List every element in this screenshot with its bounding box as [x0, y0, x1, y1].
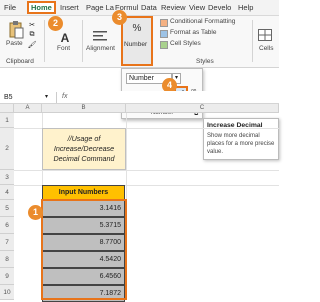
tab-home[interactable]: Home: [27, 1, 56, 14]
tab-file[interactable]: File: [4, 3, 16, 12]
tab-data[interactable]: Data: [141, 3, 157, 12]
column-header-c[interactable]: C: [126, 104, 279, 113]
conditional-formatting-icon: [160, 19, 168, 27]
tab-help[interactable]: Help: [238, 3, 253, 12]
tab-page-layout[interactable]: Page La: [86, 3, 114, 12]
comment-cell[interactable]: //Usage of Increase/Decrease Decimal Com…: [42, 128, 126, 170]
cells-icon[interactable]: [258, 29, 272, 41]
alignment-icon[interactable]: [93, 30, 107, 42]
formula-bar: B5 ▾ fx: [0, 91, 279, 104]
data-cell-b5[interactable]: 3.1416: [42, 200, 125, 217]
ribbon-tabs: File Home Insert Page La Formul Data Rev…: [0, 0, 279, 16]
input-numbers-header[interactable]: Input Numbers: [42, 185, 125, 200]
step-badge-2: 2: [48, 16, 63, 31]
name-box[interactable]: B5: [2, 93, 42, 102]
tab-review[interactable]: Review: [161, 3, 186, 12]
gridline: [126, 113, 127, 300]
data-cell-b10[interactable]: 7.1872: [42, 285, 125, 302]
column-headers: A B C: [0, 104, 279, 113]
clipboard-icon[interactable]: [8, 21, 24, 39]
data-cell-b7[interactable]: 8.7700: [42, 234, 125, 251]
select-all-corner[interactable]: [0, 104, 14, 113]
data-cell-b8[interactable]: 4.5420: [42, 251, 125, 268]
divider: [44, 20, 45, 62]
tab-insert[interactable]: Insert: [60, 3, 79, 12]
gridline: [14, 170, 279, 171]
alignment-label[interactable]: Alignment: [86, 45, 115, 52]
cell-styles-icon: [160, 41, 168, 49]
chevron-down-icon[interactable]: ▾: [45, 93, 48, 100]
column-header-b[interactable]: B: [42, 104, 126, 113]
format-table-icon: [160, 30, 168, 38]
row-header-3[interactable]: 3: [0, 170, 14, 185]
fx-icon[interactable]: fx: [62, 93, 67, 100]
row-header-2[interactable]: 2: [0, 128, 14, 170]
number-label: Number: [124, 41, 148, 48]
row-header-6[interactable]: 6: [0, 217, 14, 234]
cells-label[interactable]: Cells: [259, 45, 273, 52]
divider: [56, 92, 57, 103]
row-header-5[interactable]: 5: [0, 200, 14, 217]
row-header-8[interactable]: 8: [0, 251, 14, 268]
tab-view[interactable]: View: [189, 3, 205, 12]
ribbon: Paste ✂ ⧉ 🖌 Clipboard 2 A Font Alignment…: [0, 10, 279, 68]
row-header-4[interactable]: 4: [0, 185, 14, 200]
divider: [82, 20, 83, 62]
styles-group-label: Styles: [196, 58, 214, 65]
data-cell-b9[interactable]: 6.4560: [42, 268, 125, 285]
format-as-table-button[interactable]: Format as Table: [170, 29, 216, 36]
tooltip-body: Show more decimal places for a more prec…: [207, 133, 275, 155]
conditional-formatting-button[interactable]: Conditional Formatting: [170, 18, 235, 25]
tab-developer[interactable]: Develo: [208, 3, 231, 12]
paste-label[interactable]: Paste: [6, 40, 23, 47]
cut-icon[interactable]: ✂: [28, 21, 36, 29]
clipboard-group-label: Clipboard: [6, 58, 34, 65]
copy-icon[interactable]: ⧉: [28, 31, 36, 39]
row-header-7[interactable]: 7: [0, 234, 14, 251]
format-painter-icon[interactable]: 🖌: [28, 41, 37, 49]
font-label[interactable]: Font: [57, 45, 70, 52]
row-header-9[interactable]: 9: [0, 268, 14, 285]
tooltip: Increase Decimal Show more decimal place…: [203, 118, 279, 160]
divider: [252, 20, 253, 62]
column-header-a[interactable]: A: [14, 104, 42, 113]
font-icon[interactable]: A: [58, 31, 72, 45]
row-header-1[interactable]: 1: [0, 113, 14, 128]
row-header-10[interactable]: 10: [0, 285, 14, 300]
percent-icon: %: [132, 22, 142, 34]
step-badge-1: 1: [28, 205, 43, 220]
cell-styles-button[interactable]: Cell Styles: [170, 40, 201, 47]
step-badge-3: 3: [112, 10, 127, 25]
data-cell-b6[interactable]: 5.3715: [42, 217, 125, 234]
